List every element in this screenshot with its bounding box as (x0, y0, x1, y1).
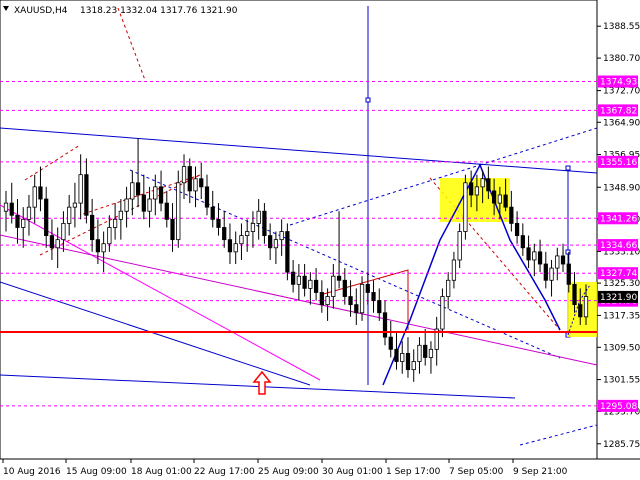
x-tick-label: 25 Aug 09:00 (258, 467, 319, 477)
y-tick-label: 1325.30 (603, 279, 640, 289)
y-tick-label: 1348.90 (603, 183, 640, 193)
trend-line-handle[interactable] (365, 97, 371, 103)
x-tick-label: 9 Sep 21:00 (513, 467, 568, 477)
candle (463, 174, 468, 240)
candle (285, 223, 290, 281)
level-label: 1341.26 (600, 214, 637, 224)
plot-area (0, 0, 598, 460)
level-label: 1367.82 (600, 106, 637, 116)
x-tick-label: 10 Aug 2016 (3, 467, 61, 477)
x-tick-label: 15 Aug 09:00 (66, 467, 127, 477)
current-price-label: 1321.90 (600, 293, 637, 303)
x-tick-label: 7 Sep 05:00 (449, 467, 504, 477)
symbol-title: XAUUSD,H4 (14, 6, 68, 16)
trend-line-handle[interactable] (565, 165, 571, 171)
level-label: 1334.66 (600, 241, 637, 251)
price-chart[interactable]: XAUUSD,H4 1318.23 1332.04 1317.76 1321.9… (0, 0, 640, 480)
level-label: 1295.08 (600, 402, 637, 412)
y-tick-label: 1372.70 (603, 87, 640, 97)
level-label: 1355.16 (600, 158, 637, 168)
level-label: 1374.93 (600, 78, 637, 88)
ohlc-readout: 1318.23 1332.04 1317.76 1321.90 (80, 6, 238, 16)
x-tick-label: 22 Aug 17:00 (194, 467, 255, 477)
x-tick-label: 1 Sep 17:00 (386, 467, 441, 477)
y-tick-label: 1301.55 (603, 376, 640, 386)
y-tick-label: 1364.90 (603, 118, 640, 128)
x-tick-label: 30 Aug 01:00 (322, 467, 383, 477)
y-tick-label: 1285.75 (603, 440, 640, 450)
trend-line-handle[interactable] (565, 249, 571, 255)
x-tick-label: 18 Aug 01:00 (131, 467, 192, 477)
y-tick-label: 1317.35 (603, 311, 640, 321)
level-label: 1327.74 (600, 269, 637, 279)
y-tick-label: 1388.55 (603, 22, 640, 32)
y-tick-label: 1309.50 (603, 343, 640, 353)
y-tick-label: 1380.70 (603, 54, 640, 64)
